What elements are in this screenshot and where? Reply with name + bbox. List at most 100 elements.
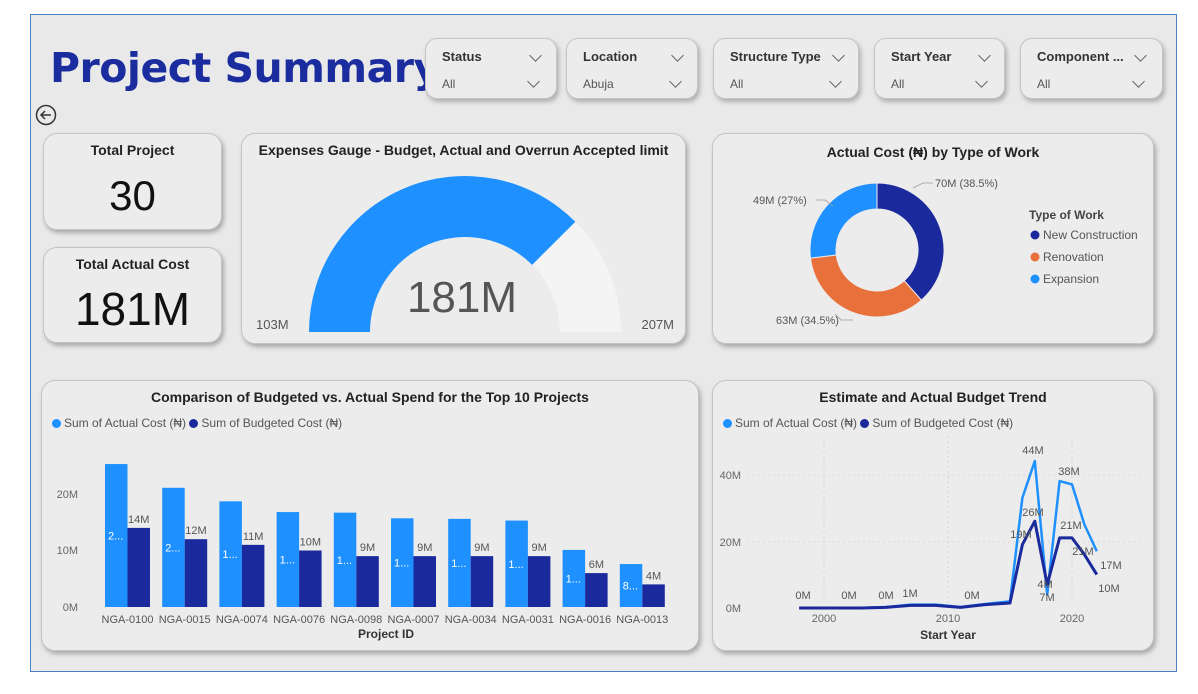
line-point-label: 0M <box>878 590 893 602</box>
line-x-tick-2010: 2010 <box>936 613 960 625</box>
bar-budgeted-label: 9M <box>417 542 432 554</box>
gauge-max-label: 207M <box>641 317 674 332</box>
legend-dot-expansion <box>1030 274 1040 284</box>
line-point-label: 0M <box>795 590 810 602</box>
slicer-status-title: Status <box>442 49 482 64</box>
chevron-down-icon <box>832 49 845 62</box>
chevron-down-icon[interactable] <box>527 75 540 88</box>
bar-actual-label: 2... <box>108 531 123 543</box>
bar-category-label: NGA-0034 <box>445 614 497 626</box>
kpi-total-actual-cost-label: Total Actual Cost <box>75 256 190 272</box>
bar-category-label: NGA-0100 <box>102 614 154 626</box>
bar-budgeted-label: 9M <box>360 542 375 554</box>
bar-actual-label: 1... <box>337 555 352 567</box>
donut-legend-expansion: Expansion <box>1043 272 1099 286</box>
chevron-down-icon <box>529 49 542 62</box>
bar-budgeted <box>299 550 322 607</box>
donut-label-expansion: 49M (27%) <box>753 195 807 207</box>
line-y-tick-20: 20M <box>720 537 741 549</box>
slicer-start-year[interactable]: Start Year All <box>874 38 1005 99</box>
slicer-location-value: Abuja <box>583 77 614 91</box>
slicer-component-value: All <box>1037 77 1051 91</box>
bar-budgeted <box>241 544 265 607</box>
bar-budgeted <box>413 556 436 607</box>
bar-actual-label: 1... <box>280 555 295 567</box>
donut-slice-expansion <box>809 182 878 259</box>
slicer-status-value: All <box>442 77 456 91</box>
bar-chart: 0M 10M 20M 2... 14M NGA-0100 2... 12M NGA-001… <box>57 464 668 641</box>
line-point-label: 44M <box>1022 445 1043 457</box>
slicer-status[interactable]: Status All <box>425 38 557 99</box>
bar-category-label: NGA-0098 <box>330 614 382 626</box>
slicer-structure-type-value: All <box>730 77 744 91</box>
line-point-label: 7M <box>1039 592 1054 604</box>
line-y-tick-0: 0M <box>726 603 741 615</box>
line-point-label: 4M <box>1037 579 1052 591</box>
line-x-tick-2000: 2000 <box>812 613 836 625</box>
line-point-label: 21M <box>1060 520 1081 532</box>
donut-slice-new-construction <box>876 182 945 301</box>
bar-budgeted-label: 14M <box>128 514 149 526</box>
slicer-component-title: Component ... <box>1037 49 1124 64</box>
gauge-card: Expenses Gauge - Budget, Actual and Over… <box>241 133 686 344</box>
bar-budgeted <box>127 527 150 607</box>
gauge-chart: 181M 103M 207M <box>256 176 674 332</box>
bar-chart-card: Comparison of Budgeted vs. Actual Spend … <box>41 380 699 651</box>
donut-chart: 49M (27%) 70M (38.5%) 63M (34.5%) Type o… <box>753 178 1138 327</box>
gauge-value-label: 181M <box>407 273 517 322</box>
donut-card: Actual Cost (₦) by Type of Work 49M (27%… <box>712 133 1154 344</box>
bar-y-tick-0: 0M <box>63 602 78 614</box>
legend-dot-new-construction <box>1030 230 1040 240</box>
kpi-total-actual-cost-value: 181M <box>74 283 191 335</box>
line-point-label: 10M <box>1098 583 1119 595</box>
bar-budgeted <box>470 556 494 607</box>
line-point-label: 38M <box>1058 466 1079 478</box>
slicer-location-title: Location <box>583 49 638 64</box>
legend-dot-renovation <box>1030 252 1040 262</box>
kpi-total-project: Total Project 30 <box>43 133 222 230</box>
donut-legend-renovation: Renovation <box>1043 250 1104 264</box>
page-title: Project Summary <box>50 44 440 92</box>
bar-category-label: NGA-0031 <box>502 614 554 626</box>
slicer-structure-type[interactable]: Structure Type All <box>713 38 859 99</box>
line-point-label: 0M <box>964 590 979 602</box>
bar-category-label: NGA-0007 <box>388 614 440 626</box>
chevron-down-icon[interactable] <box>669 75 682 88</box>
bar-category-label: NGA-0016 <box>559 614 611 626</box>
line-x-axis-label: Start Year <box>920 628 976 642</box>
line-x-tick-2020: 2020 <box>1060 613 1084 625</box>
slicer-start-year-value: All <box>891 77 905 91</box>
line-chart-card: Estimate and Actual Budget Trend Sum of … <box>712 380 1154 651</box>
bar-budgeted-label: 9M <box>474 542 489 554</box>
bar-actual-label: 1... <box>394 558 409 570</box>
chevron-down-icon[interactable] <box>829 75 842 88</box>
kpi-total-project-label: Total Project <box>90 142 175 158</box>
bar-actual-label: 1... <box>451 558 466 570</box>
bar-actual-label: 1... <box>508 559 523 571</box>
gauge-min-label: 103M <box>256 317 289 332</box>
chevron-down-icon <box>978 49 991 62</box>
donut-label-renovation: 63M (34.5%) <box>776 315 839 327</box>
bar-y-tick-10: 10M <box>57 545 78 557</box>
bar-x-axis-label: Project ID <box>358 627 414 641</box>
kpi-total-actual-cost: Total Actual Cost 181M <box>43 247 222 343</box>
chevron-down-icon[interactable] <box>1132 75 1145 88</box>
line-point-label: 1M <box>902 588 917 600</box>
bar-actual-label: 2... <box>165 542 180 554</box>
line-point-label: 17M <box>1100 560 1121 572</box>
line-point-label: 26M <box>1022 507 1043 519</box>
donut-label-new-construction: 70M (38.5%) <box>935 178 998 190</box>
slicer-location[interactable]: Location Abuja <box>566 38 698 99</box>
chevron-down-icon[interactable] <box>975 75 988 88</box>
bar-budgeted-label: 4M <box>646 570 661 582</box>
bar-actual-label: 1... <box>222 549 237 561</box>
bar-y-tick-20: 20M <box>57 489 78 501</box>
chevron-down-icon <box>1134 49 1147 62</box>
back-arrow-icon[interactable] <box>35 104 57 126</box>
bar-budgeted <box>527 556 551 607</box>
slicer-start-year-title: Start Year <box>891 49 952 64</box>
bar-category-label: NGA-0074 <box>216 614 268 626</box>
slicer-component[interactable]: Component ... All <box>1020 38 1163 99</box>
line-chart: 0M 20M 40M 2000 2010 2020 Start Year 0M … <box>720 436 1143 642</box>
bar-budgeted-label: 12M <box>185 525 206 537</box>
